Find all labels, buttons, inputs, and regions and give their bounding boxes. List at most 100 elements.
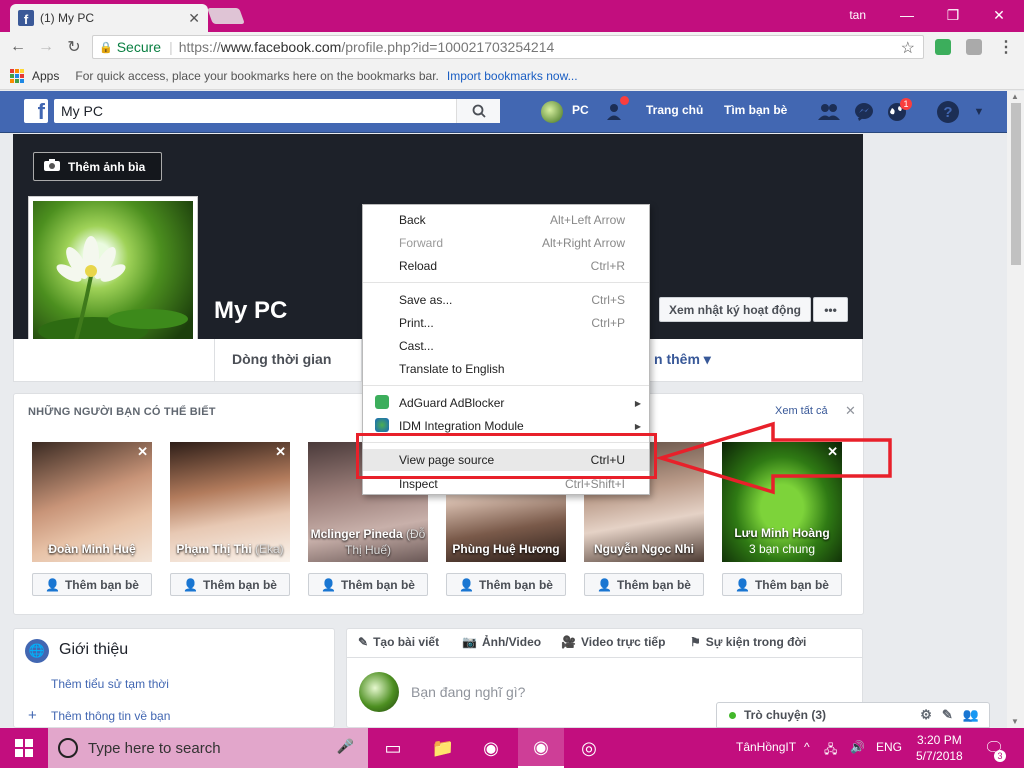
dismiss-icon[interactable]: ✕ (275, 444, 286, 460)
menu-item-label: Back (399, 213, 426, 227)
friend-photo[interactable]: ✕ Đoàn Minh Huệ (32, 442, 152, 562)
add-cover-photo-button[interactable]: Thêm ảnh bìa (33, 152, 162, 181)
import-bookmarks-link[interactable]: Import bookmarks now... (447, 69, 578, 83)
chrome-icon[interactable]: ◉ (518, 728, 564, 768)
chrome-alt-icon[interactable]: ◉ (468, 728, 514, 768)
adguard-extension-icon[interactable] (935, 39, 951, 55)
camera-icon: 📷 (462, 635, 477, 649)
bookmarks-hint: For quick access, place your bookmarks h… (75, 68, 439, 83)
apps-link[interactable]: Apps (32, 69, 59, 83)
friend-name[interactable]: Mclinger Pineda (311, 527, 403, 541)
browser-tab[interactable]: f (1) My PC ✕ (10, 4, 208, 32)
menu-item-adguard[interactable]: AdGuard AdBlocker ▶ (363, 392, 649, 414)
tab-more[interactable]: n thêm ▾ (654, 351, 711, 368)
nav-profile-link[interactable]: PC (572, 103, 589, 117)
nav-find-friends-link[interactable]: Tìm bạn bè (724, 103, 787, 117)
friend-photo[interactable]: ✕ Phạm Thị Thi (Eka) (170, 442, 290, 562)
menu-item-reload[interactable]: Reload Ctrl+R (363, 255, 649, 277)
scroll-up-icon[interactable]: ▲ (1011, 92, 1019, 101)
scroll-down-icon[interactable]: ▼ (1011, 717, 1019, 726)
add-friend-button[interactable]: 👤 Thêm bạn bè (722, 573, 842, 596)
friend-name[interactable]: Đoàn Minh Huệ (32, 542, 152, 556)
search-icon[interactable] (456, 99, 500, 123)
friend-name-block: Mclinger Pineda (Đỗ Thị Huế) (308, 526, 428, 558)
menu-item-back[interactable]: Back Alt+Left Arrow (363, 209, 649, 231)
close-window-icon[interactable]: ✕ (976, 0, 1022, 30)
lock-icon: 🔒 (99, 41, 113, 54)
network-icon[interactable]: 🖧 (824, 740, 837, 761)
tab-timeline[interactable]: Dòng thời gian (232, 351, 331, 367)
chevron-down-icon[interactable]: ▼ (968, 102, 990, 122)
nav-avatar[interactable] (541, 101, 563, 123)
add-friend-label: Thêm bạn bè (340, 577, 415, 592)
help-icon[interactable]: ? (937, 101, 959, 123)
media-app-icon[interactable]: ◎ (566, 728, 612, 768)
add-friend-button[interactable]: 👤 Thêm bạn bè (32, 573, 152, 596)
dismiss-icon[interactable]: ✕ (137, 444, 148, 460)
forward-icon[interactable]: → (36, 37, 56, 57)
gear-icon[interactable]: ⚙ (920, 707, 932, 723)
add-friend-button[interactable]: 👤 Thêm bạn bè (584, 573, 704, 596)
see-all-link[interactable]: Xem tất cả (775, 405, 828, 417)
activity-log-button[interactable]: Xem nhật ký hoạt động (659, 297, 811, 322)
people-icon[interactable] (818, 102, 840, 122)
menu-item-translate[interactable]: Translate to English (363, 358, 649, 380)
life-event-tab[interactable]: ⚑ Sự kiện trong đời (690, 635, 806, 649)
tab-close-icon[interactable]: ✕ (188, 10, 200, 27)
system-clock[interactable]: 3:20 PM 5/7/2018 (916, 732, 963, 764)
add-bio-link[interactable]: Thêm tiểu sử tạm thời (51, 677, 169, 691)
close-icon[interactable]: ✕ (845, 403, 856, 419)
mutual-friends[interactable]: 3 bạn chung (722, 542, 842, 556)
friend-requests-icon[interactable] (606, 102, 628, 122)
create-post-tab[interactable]: ✎ Tạo bài viết (358, 635, 439, 649)
profile-name[interactable]: tan (849, 8, 866, 22)
volume-icon[interactable]: 🔊 (850, 740, 865, 754)
windows-start-icon[interactable] (0, 728, 48, 768)
add-friend-button[interactable]: 👤 Thêm bạn bè (446, 573, 566, 596)
apps-icon[interactable] (10, 68, 24, 83)
back-icon[interactable]: ← (8, 37, 28, 57)
task-view-icon[interactable]: ▭ (370, 728, 416, 768)
tray-chevron-icon[interactable]: ^ (804, 740, 810, 754)
taskbar-search-input[interactable]: Type here to search 🎤 (48, 728, 368, 768)
menu-item-forward[interactable]: Forward Alt+Right Arrow (363, 232, 649, 254)
add-friend-button[interactable]: 👤 Thêm bạn bè (170, 573, 290, 596)
live-video-tab[interactable]: 🎥 Video trực tiếp (561, 635, 665, 649)
friend-name[interactable]: Phùng Huệ Hương (446, 542, 566, 556)
friend-alias: (Eka) (255, 542, 284, 556)
menu-item-label: Cast... (399, 339, 434, 353)
add-friend-button[interactable]: 👤 Thêm bạn bè (308, 573, 428, 596)
restore-icon[interactable]: ❐ (930, 0, 976, 30)
new-tab-button[interactable] (207, 8, 245, 24)
menu-item-shortcut: Ctrl+Shift+I (564, 477, 625, 491)
page-scrollbar[interactable]: ▲ ▼ (1007, 91, 1024, 728)
messenger-icon[interactable] (853, 102, 875, 122)
microphone-icon[interactable]: 🎤 (337, 738, 354, 755)
facebook-search-input[interactable]: My PC (54, 99, 500, 123)
status-input[interactable]: Bạn đang nghĩ gì? (411, 684, 525, 700)
nav-home-link[interactable]: Trang chủ (646, 103, 703, 117)
minimize-icon[interactable]: — (884, 0, 930, 30)
reload-icon[interactable]: ↻ (64, 37, 84, 57)
facebook-logo-icon[interactable]: f (24, 99, 48, 123)
file-explorer-icon[interactable]: 📁 (420, 728, 466, 768)
friend-name[interactable]: Phạm Thị Thi (176, 542, 251, 556)
friend-name[interactable]: Lưu Minh Hoàng (722, 526, 842, 540)
extension-icon[interactable] (966, 39, 982, 55)
bookmark-star-icon[interactable]: ☆ (901, 38, 915, 58)
menu-icon[interactable]: ⋮ (996, 37, 1016, 57)
scrollbar-thumb[interactable] (1011, 103, 1021, 265)
more-options-button[interactable]: ••• (813, 297, 848, 322)
photo-video-tab[interactable]: 📷 Ảnh/Video (462, 635, 541, 649)
group-icon[interactable]: 👥 (963, 707, 979, 723)
menu-item-save-as[interactable]: Save as... Ctrl+S (363, 289, 649, 311)
menu-item-cast[interactable]: Cast... (363, 335, 649, 357)
compose-icon[interactable]: ✎ (942, 707, 953, 723)
friend-name[interactable]: Nguyễn Ngọc Nhi (584, 542, 704, 556)
address-bar[interactable]: 🔒 Secure | https:// www.facebook.com /pr… (92, 35, 924, 59)
menu-item-print[interactable]: Print... Ctrl+P (363, 312, 649, 334)
add-info-link[interactable]: Thêm thông tin về bạn (51, 709, 170, 723)
chat-bar[interactable]: Trò chuyện (3) ⚙ ✎ 👥 (716, 702, 990, 728)
language-indicator[interactable]: ENG (876, 740, 902, 754)
menu-item-shortcut: Ctrl+R (590, 259, 625, 273)
